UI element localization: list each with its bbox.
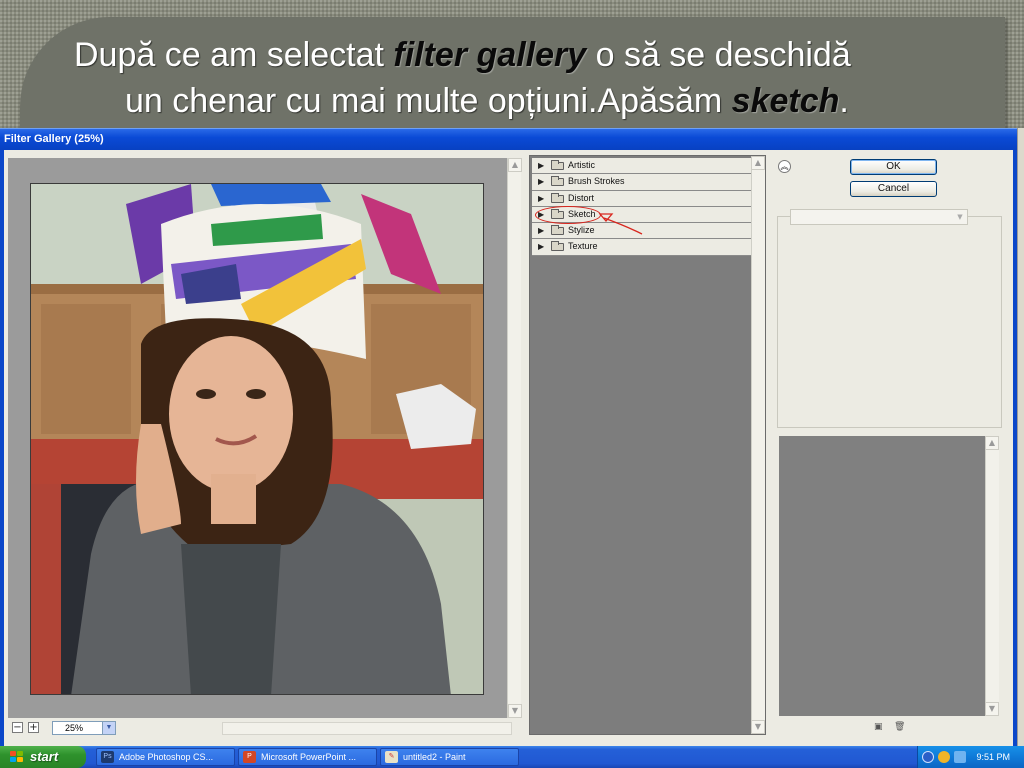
expand-triangle-icon[interactable]: ▶ (538, 191, 544, 206)
title-text-2: o să se deschidă (586, 36, 851, 74)
window-titlebar[interactable]: Filter Gallery (25%) (0, 128, 1024, 150)
new-effect-layer-icon[interactable]: ▣ (874, 722, 883, 732)
filter-category-distort[interactable]: ▶ Distort (532, 190, 751, 207)
filter-category-label: Sketch (568, 208, 596, 219)
title-emphasis-sketch: sketch (731, 82, 840, 120)
filter-category-texture[interactable]: ▶ Texture (532, 239, 751, 256)
messenger-icon[interactable] (938, 751, 950, 763)
slide-title-line-1: După ce am selectat filter gallery o să … (0, 32, 1024, 78)
start-label: start (30, 749, 59, 764)
filter-category-brush-strokes[interactable]: ▶ Brush Strokes (532, 174, 751, 191)
window-title: Filter Gallery (25%) (4, 133, 104, 145)
taskbar-item-label: Adobe Photoshop CS... (119, 752, 214, 762)
filter-select[interactable]: ▼ (790, 209, 968, 225)
zoom-value: 25% (65, 723, 84, 733)
preview-photo (30, 183, 484, 695)
title-text-4: . (839, 82, 849, 120)
powerpoint-icon: P (243, 751, 256, 763)
zoom-in-button[interactable]: + (28, 722, 39, 733)
filter-category-artistic[interactable]: ▶ Artistic (532, 158, 751, 175)
expand-triangle-icon[interactable]: ▶ (538, 239, 544, 254)
taskbar-item-label: Microsoft PowerPoint ... (261, 752, 357, 762)
title-text-1: După ce am selectat (74, 36, 394, 74)
expand-triangle-icon[interactable]: ▶ (538, 174, 544, 189)
cancel-button[interactable]: Cancel (850, 181, 937, 197)
system-tray: 9:51 PM (917, 746, 1024, 768)
folder-icon (551, 176, 564, 187)
scroll-up-icon[interactable]: ▲ (751, 156, 765, 170)
taskbar: start Ps Adobe Photoshop CS... P Microso… (0, 746, 1024, 768)
window-edge-strip (1017, 128, 1024, 746)
taskbar-item-powerpoint[interactable]: P Microsoft PowerPoint ... (238, 748, 377, 766)
filter-category-list: ▶ Artistic ▶ Brush Strokes ▶ Distort ▶ S… (532, 158, 751, 256)
scroll-down-icon[interactable]: ▼ (751, 720, 765, 734)
chevron-down-icon[interactable]: ▼ (102, 722, 115, 734)
preview-vertical-scrollbar[interactable]: ▲ ▼ (507, 158, 522, 718)
start-button[interactable]: start (0, 746, 86, 768)
taskbar-item-paint[interactable]: ✎ untitled2 - Paint (380, 748, 519, 766)
tray-expand-icon[interactable] (922, 751, 934, 763)
expand-triangle-icon[interactable]: ▶ (538, 158, 544, 173)
folder-icon (551, 241, 564, 252)
effect-layers-scrollbar[interactable]: ▲ ▼ (985, 436, 999, 716)
scroll-up-icon[interactable]: ▲ (508, 158, 522, 172)
expand-triangle-icon[interactable]: ▶ (538, 223, 544, 238)
scroll-up-icon[interactable]: ▲ (985, 436, 999, 450)
title-text-3: un chenar cu mai multe opțiuni.Apăsăm (125, 82, 732, 120)
windows-flag-icon (10, 751, 24, 763)
filter-category-label: Brush Strokes (568, 176, 625, 187)
scroll-down-icon[interactable]: ▼ (508, 704, 522, 718)
taskbar-item-label: untitled2 - Paint (403, 752, 466, 762)
taskbar-item-photoshop[interactable]: Ps Adobe Photoshop CS... (96, 748, 235, 766)
network-icon[interactable] (954, 751, 966, 763)
slide-title-line-2: un chenar cu mai multe opțiuni.Apăsăm sk… (0, 78, 1024, 124)
effect-layers-list[interactable] (779, 436, 985, 716)
filter-category-label: Stylize (568, 225, 595, 236)
filter-category-label: Distort (568, 192, 595, 203)
delete-effect-layer-icon[interactable]: 🗑 (894, 722, 905, 732)
folder-icon (551, 208, 564, 219)
title-emphasis-filter-gallery: filter gallery (393, 36, 587, 74)
ok-button[interactable]: OK (850, 159, 937, 175)
folder-icon (551, 192, 564, 203)
expand-triangle-icon[interactable]: ▶ (538, 207, 544, 222)
photoshop-icon: Ps (101, 751, 114, 763)
collapse-icon[interactable]: ︽ (778, 160, 791, 173)
filter-category-tree: ▶ Artistic ▶ Brush Strokes ▶ Distort ▶ S… (529, 155, 766, 735)
filter-category-label: Artistic (568, 160, 595, 170)
zoom-select[interactable]: 25% ▼ (52, 721, 116, 735)
photo-image (31, 184, 483, 694)
zoom-out-button[interactable]: − (12, 722, 23, 733)
slide-title: După ce am selectat filter gallery o să … (0, 32, 1024, 124)
filter-settings-box (777, 216, 1002, 428)
folder-icon (551, 225, 564, 236)
filter-category-label: Texture (568, 241, 598, 252)
paint-icon: ✎ (385, 751, 398, 763)
filter-tree-scrollbar[interactable]: ▲ ▼ (751, 156, 765, 734)
preview-horizontal-scrollbar[interactable] (222, 722, 512, 735)
chevron-down-icon[interactable]: ▼ (953, 210, 967, 224)
annotation-arrow-icon (598, 213, 643, 235)
zoom-bar: − + 25% ▼ (8, 720, 512, 736)
clock: 9:51 PM (976, 752, 1010, 762)
scroll-down-icon[interactable]: ▼ (985, 702, 999, 716)
folder-icon (551, 160, 564, 170)
